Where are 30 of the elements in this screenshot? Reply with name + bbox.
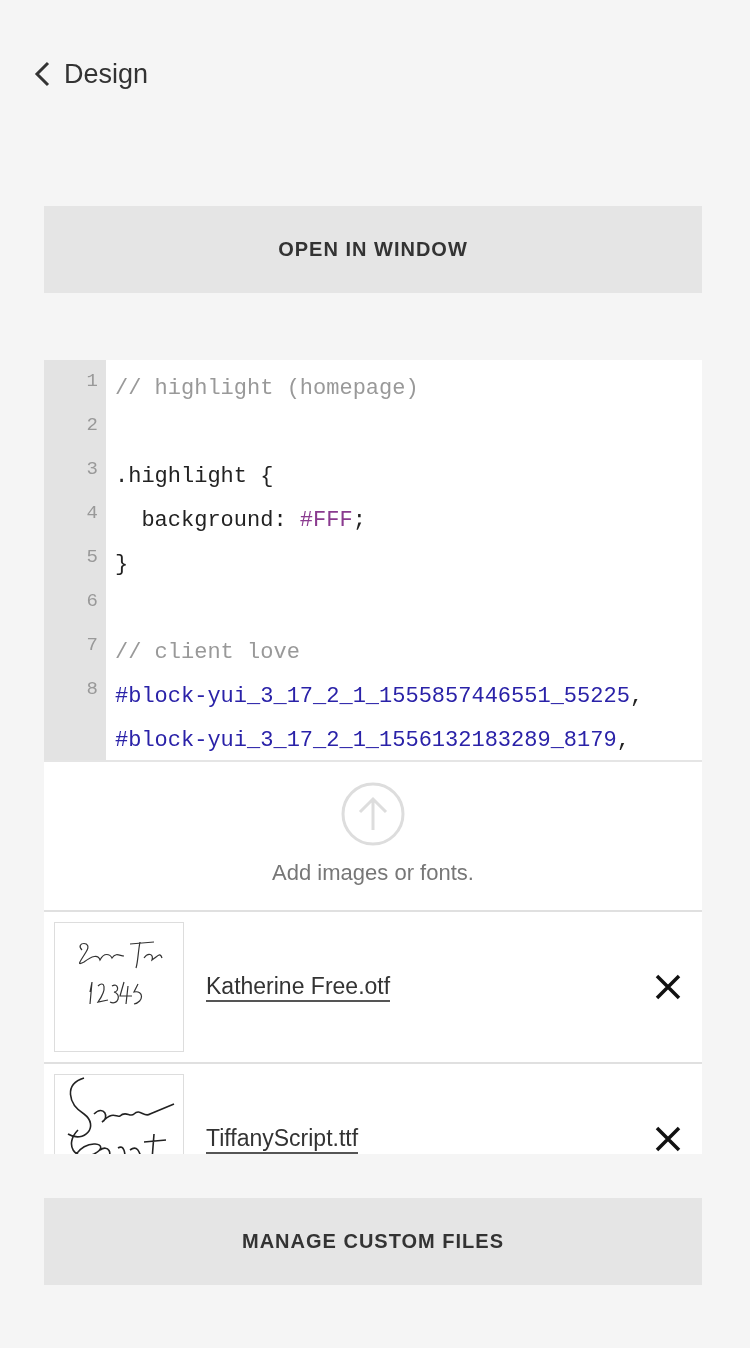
- upload-area[interactable]: Add images or fonts.: [44, 760, 702, 910]
- back-link[interactable]: Design: [64, 58, 149, 90]
- code-selector: #block-yui_3_17_2_1_1556132183289_8179: [115, 728, 617, 753]
- line-number: 8: [86, 678, 98, 700]
- file-name-link[interactable]: Katherine Free.otf: [206, 972, 391, 1002]
- line-number: 2: [86, 414, 98, 436]
- line-number: 4: [86, 502, 98, 524]
- line-number: 5: [86, 546, 98, 568]
- file-name-link[interactable]: TiffanyScript.ttf: [206, 1124, 359, 1154]
- code-selector: #block-yui_3_17_2_1_1555857446551_55225: [115, 684, 630, 709]
- line-number: 1: [86, 370, 98, 392]
- line-number: 3: [86, 458, 98, 480]
- back-icon[interactable]: [34, 61, 50, 87]
- close-icon[interactable]: [655, 974, 681, 1000]
- code-editor[interactable]: 1 2 3 4 5 6 7 8 // highlight (homepage) .highlight { background: #FFF; } // client love #block-yui_3_17_2_1_1555857446551_55225, #block-yui_3_17_2_1_1556132183289_8179,: [44, 360, 702, 760]
- line-number: 7: [86, 634, 98, 656]
- close-icon[interactable]: [655, 1126, 681, 1152]
- code-comment: // client love: [115, 640, 300, 665]
- manage-custom-files-button[interactable]: MANAGE CUSTOM FILES: [44, 1198, 702, 1285]
- code-text: background:: [140, 508, 288, 533]
- line-number: 6: [86, 590, 98, 612]
- code-text: ;: [352, 508, 366, 533]
- open-in-window-button[interactable]: OPEN IN WINDOW: [44, 206, 702, 293]
- code-text: ,: [629, 684, 644, 709]
- code-text: .highlight {: [115, 464, 274, 489]
- code-comment: // highlight (homepage): [115, 376, 419, 401]
- code-value: #FFF: [299, 508, 353, 533]
- code-text: }: [115, 552, 129, 577]
- upload-label: Add images or fonts.: [272, 860, 474, 886]
- code-text: ,: [616, 728, 630, 753]
